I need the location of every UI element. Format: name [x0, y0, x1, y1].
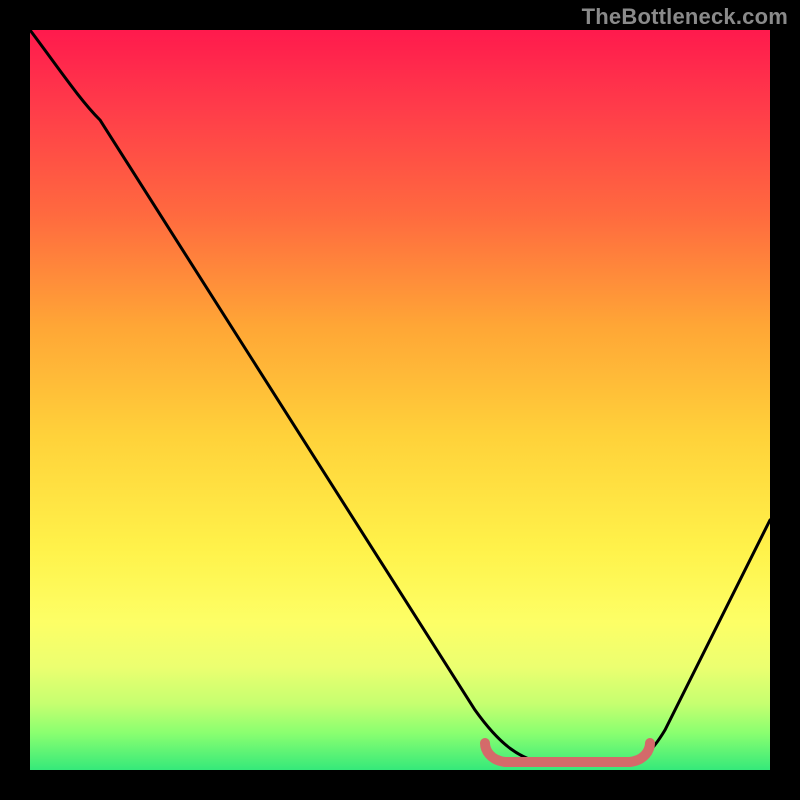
chart-frame: TheBottleneck.com: [0, 0, 800, 800]
chart-svg: [30, 30, 770, 770]
optimal-band-marker: [485, 743, 650, 762]
watermark-text: TheBottleneck.com: [582, 4, 788, 30]
bottleneck-curve-line: [30, 30, 770, 765]
plot-area: [30, 30, 770, 770]
